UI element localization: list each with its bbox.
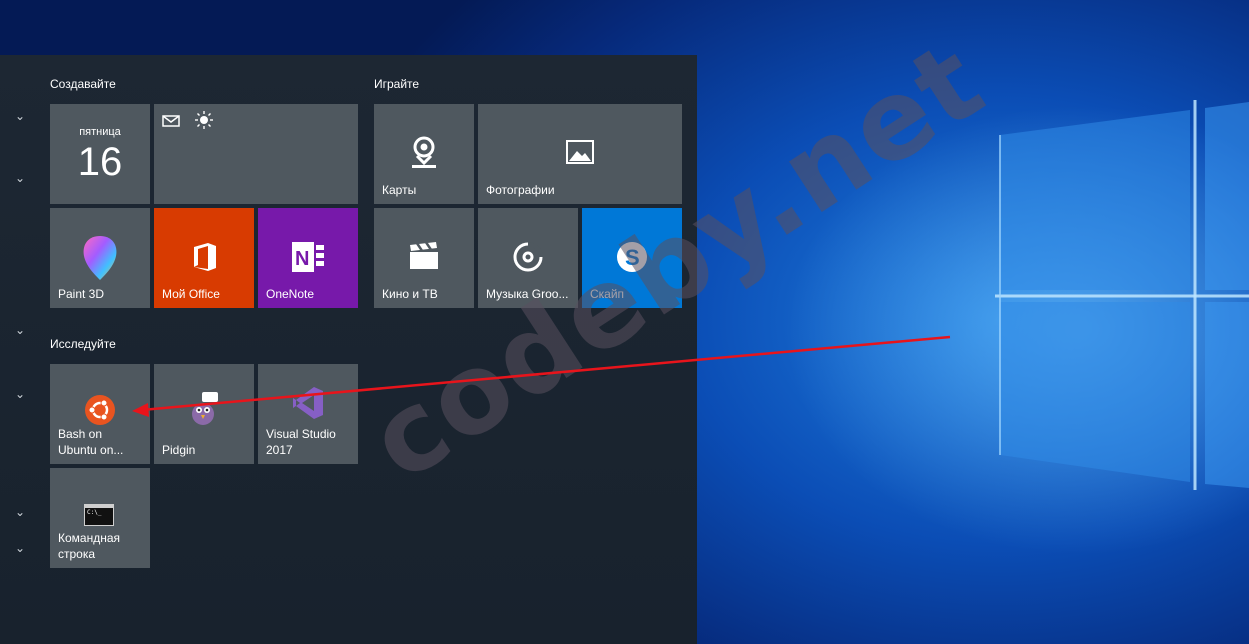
tile-label: Музыка Groo...	[486, 287, 569, 301]
cmd-icon-text: C:\_	[87, 509, 102, 516]
bash-ubuntu-tile[interactable]: Bash on Ubuntu on...	[50, 364, 150, 464]
pidgin-tile[interactable]: Pidgin	[154, 364, 254, 464]
svg-text:S: S	[625, 245, 640, 270]
office-icon	[194, 243, 216, 271]
tile-label: Bash on Ubuntu on...	[58, 427, 124, 457]
cmd-tile[interactable]: C:\_ Командная строка	[50, 468, 150, 568]
chevron-down-icon[interactable]: ⌄	[13, 324, 27, 336]
tile-label: Мой Office	[162, 287, 220, 301]
music-disc-icon	[513, 242, 543, 272]
command-prompt-icon: C:\_	[84, 504, 114, 526]
onenote-tile[interactable]: N OneNote	[258, 208, 358, 308]
tile-label: Карты	[382, 183, 417, 197]
pidgin-icon	[192, 392, 218, 425]
chevron-down-icon[interactable]: ⌄	[13, 506, 27, 518]
movies-tv-tile[interactable]: Кино и ТВ	[374, 208, 474, 308]
chevron-down-icon[interactable]: ⌄	[13, 172, 27, 184]
groove-music-tile[interactable]: Музыка Groo...	[478, 208, 578, 308]
clapperboard-icon	[410, 242, 438, 269]
mail-icon	[162, 115, 180, 127]
tile-label: Pidgin	[162, 443, 196, 457]
ubuntu-icon	[85, 395, 115, 425]
group-title-explore[interactable]: Исследуйте	[50, 337, 116, 351]
sun-icon	[195, 111, 213, 129]
map-pin-icon	[412, 136, 436, 168]
mail-weather-tile[interactable]	[154, 104, 358, 204]
skype-icon: S	[617, 242, 647, 272]
calendar-tile[interactable]: пятница 16	[50, 104, 150, 204]
chevron-down-icon[interactable]: ⌄	[13, 110, 27, 122]
onenote-icon: N	[292, 242, 324, 272]
start-menu: ⌄ ⌄ ⌄ ⌄ ⌄ ⌄ Создавайте Играйте Исследуйт…	[0, 55, 697, 644]
skype-tile[interactable]: S Скайп	[582, 208, 682, 308]
visual-studio-icon	[293, 387, 323, 419]
tile-label: Paint 3D	[58, 287, 105, 301]
tile-label: Командная строка	[58, 531, 121, 561]
calendar-day-name: пятница	[79, 126, 121, 138]
paint3d-tile[interactable]: Paint 3D	[50, 208, 150, 308]
paint3d-icon	[83, 236, 117, 280]
photos-tile[interactable]: Фотографии	[478, 104, 682, 204]
visual-studio-tile[interactable]: Visual Studio 2017	[258, 364, 358, 464]
office-tile[interactable]: Мой Office	[154, 208, 254, 308]
chevron-down-icon[interactable]: ⌄	[13, 542, 27, 554]
group-title-play[interactable]: Играйте	[374, 77, 419, 91]
group-title-create[interactable]: Создавайте	[50, 77, 116, 91]
tile-label: Фотографии	[486, 183, 555, 197]
photo-icon	[566, 140, 594, 164]
chevron-down-icon[interactable]: ⌄	[13, 388, 27, 400]
tile-label: Кино и ТВ	[382, 287, 438, 301]
svg-text:N: N	[295, 248, 309, 270]
calendar-day-number: 16	[77, 140, 123, 184]
tile-label: Скайп	[590, 287, 625, 301]
tile-label: OneNote	[266, 287, 315, 301]
tile-label: Visual Studio 2017	[266, 427, 336, 457]
maps-tile[interactable]: Карты	[374, 104, 474, 204]
